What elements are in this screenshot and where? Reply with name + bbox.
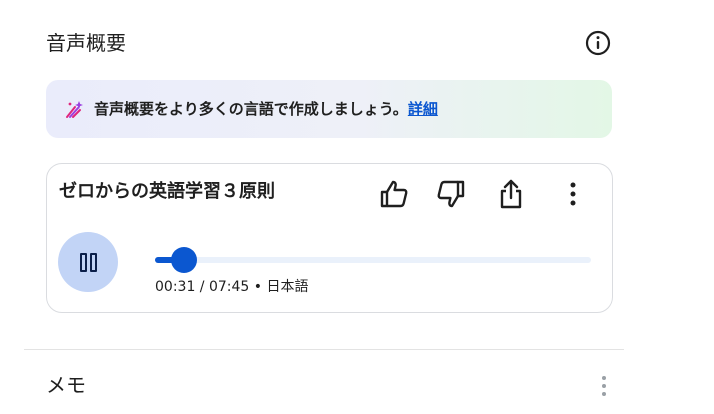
audio-overview-card: ゼロからの英語学習３原則 00:31 / 07:45 • 日本語 [46,163,613,313]
total-time: 07:45 [208,279,250,295]
more-vert-icon [602,392,606,396]
thumbs-down-icon [437,180,465,208]
pause-icon [80,253,87,272]
more-vert-icon [602,376,606,380]
audio-language: 日本語 [266,279,309,295]
pause-button[interactable] [58,232,118,292]
banner-text: 音声概要をより多くの言語で作成しましょう。 [94,100,408,118]
share-button[interactable] [493,176,529,212]
audio-seek-bar[interactable] [155,247,591,273]
playback-time: 00:31 / 07:45 • 日本語 [155,277,309,297]
more-options-button[interactable] [555,176,591,212]
pause-icon [90,253,97,272]
time-separator: / [195,279,209,295]
section-divider [24,349,624,350]
audio-overview-header: 音声概要 [46,28,612,58]
info-icon [585,30,611,56]
thumbs-down-button[interactable] [433,176,469,212]
language-separator: • [249,279,267,295]
memo-more-button[interactable] [592,372,616,400]
memo-section-title: メモ [46,373,86,397]
learn-more-link[interactable]: 詳細 [408,100,438,118]
more-vert-icon [570,182,576,206]
seek-thumb[interactable] [171,247,197,273]
share-icon [500,179,522,209]
thumbs-up-button[interactable] [376,176,412,212]
thumbs-up-icon [380,180,408,208]
audio-title: ゼロからの英語学習３原則 [59,181,275,202]
banner-message: 音声概要をより多くの言語で作成しましょう。詳細 [94,80,438,138]
sparkle-icon [66,101,83,118]
current-time: 00:31 [155,279,196,295]
info-button[interactable] [584,29,612,57]
more-vert-icon [602,384,606,388]
section-title: 音声概要 [46,31,126,55]
language-banner: 音声概要をより多くの言語で作成しましょう。詳細 [46,80,612,138]
